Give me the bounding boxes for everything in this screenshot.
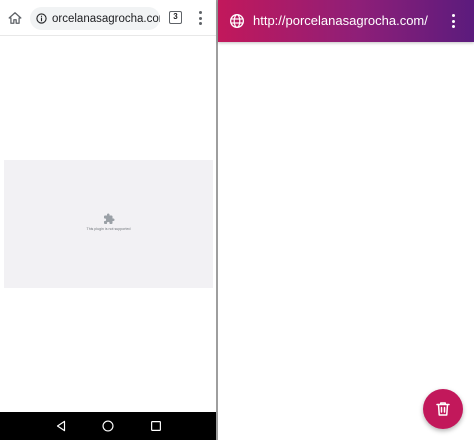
globe-icon <box>230 14 244 28</box>
browser-pane: orcelanasagrocha.com 3 This plugin is no… <box>0 0 217 440</box>
webapp-app-bar: http://porcelanasagrocha.com/ <box>218 0 474 42</box>
trash-icon <box>436 402 450 416</box>
address-bar[interactable]: orcelanasagrocha.com <box>30 7 160 30</box>
more-vert-icon <box>451 14 455 17</box>
unsupported-plugin-placeholder: This plugin is not supported <box>4 160 213 288</box>
delete-fab[interactable] <box>423 389 463 429</box>
tab-switcher-button[interactable]: 3 <box>169 11 182 24</box>
plugin-message: This plugin is not supported <box>86 227 131 231</box>
home-button[interactable] <box>6 9 24 27</box>
info-icon[interactable] <box>36 13 47 24</box>
webapp-url: http://porcelanasagrocha.com/ <box>253 13 428 28</box>
home-icon <box>8 12 22 24</box>
webapp-pane: http://porcelanasagrocha.com/ <box>218 0 474 440</box>
browser-menu-button[interactable] <box>195 10 205 26</box>
system-nav-bar <box>0 412 217 440</box>
url-text[interactable]: orcelanasagrocha.com <box>52 13 160 25</box>
screen: orcelanasagrocha.com 3 This plugin is no… <box>0 0 474 440</box>
browser-toolbar: orcelanasagrocha.com 3 <box>0 0 217 36</box>
puzzle-piece-icon <box>104 213 115 224</box>
home-circle-icon[interactable] <box>101 419 115 433</box>
back-icon[interactable] <box>54 419 68 433</box>
more-vert-icon <box>198 11 202 14</box>
webapp-menu-button[interactable] <box>448 13 458 29</box>
recents-square-icon[interactable] <box>149 419 163 433</box>
